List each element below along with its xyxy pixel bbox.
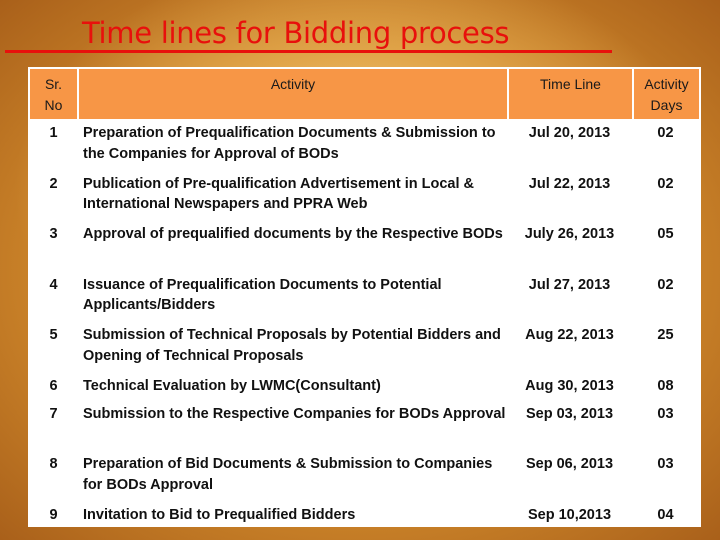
time-line-cell: July 26, 2013 (524, 226, 615, 242)
sr-no-cell: 5 (49, 327, 58, 343)
activity-days-cell: 02 (657, 276, 674, 293)
activity-cell: Publication of Pre-qualification Adverti… (83, 175, 475, 213)
activity-cell: Submission to the Respective Companies f… (83, 405, 506, 422)
sr-no-cell: 3 (49, 226, 58, 242)
activity-cell: Technical Evaluation by LWMC(Consultant) (83, 377, 381, 394)
activity-days-cell: 02 (657, 125, 674, 141)
title-area: Time lines for Bidding process (0, 12, 720, 57)
time-line-cell: Jul 22, 2013 (528, 175, 611, 192)
sr-no-cell: 8 (49, 456, 58, 472)
table-row: 8 Preparation of Bid Documents & Submiss… (30, 450, 699, 501)
time-line-cell: Sep 03, 2013 (525, 405, 614, 422)
activity-cell: Preparation of Bid Documents & Submissio… (83, 456, 493, 493)
page-title: Time lines for Bidding process (82, 16, 510, 50)
activity-days-cell: 08 (657, 377, 674, 394)
activity-days-cell: 05 (657, 226, 674, 242)
table-row: 2 Publication of Pre-qualification Adver… (30, 170, 699, 221)
activity-days-cell: 25 (657, 327, 674, 343)
time-line-cell: Jul 20, 2013 (528, 125, 611, 141)
table-row: 4 Issuance of Prequalification Documents… (30, 271, 699, 322)
activity-days-cell: 02 (657, 175, 674, 192)
time-line-cell: Aug 30, 2013 (525, 377, 614, 394)
header-time-line: Time Line (507, 69, 632, 119)
activity-cell: Approval of prequalified documents by th… (83, 226, 503, 242)
sr-no-cell: 4 (49, 276, 58, 293)
table-row: 9 Invitation to Bid to Prequalified Bidd… (30, 501, 699, 529)
sr-no-cell: 2 (49, 175, 58, 192)
table-header: Sr. No Activity Time Line Activity Days (30, 69, 699, 119)
activity-days-cell: 03 (657, 456, 674, 472)
activity-days-cell: 04 (657, 506, 674, 523)
sr-no-cell: 1 (49, 125, 58, 141)
time-line-cell: Jul 27, 2013 (528, 276, 611, 293)
header-activity-days: Activity Days (632, 69, 699, 119)
table-row: 6 Technical Evaluation by LWMC(Consultan… (30, 372, 699, 400)
activity-cell: Invitation to Bid to Prequalified Bidder… (83, 506, 356, 523)
time-line-cell: Sep 10,2013 (527, 506, 612, 523)
table-row: 7 Submission to the Respective Companies… (30, 400, 699, 451)
sr-no-cell: 9 (49, 506, 58, 523)
table-row: 5 Submission of Technical Proposals by P… (30, 321, 699, 372)
activity-days-cell: 03 (657, 405, 674, 422)
activity-cell: Submission of Technical Proposals by Pot… (83, 327, 501, 364)
activity-cell: Preparation of Prequalification Document… (83, 125, 496, 162)
header-activity: Activity (77, 69, 507, 119)
title-underline (5, 50, 612, 53)
time-line-cell: Sep 06, 2013 (525, 456, 614, 472)
table-body: 1 Preparation of Prequalification Docume… (30, 119, 699, 529)
time-line-cell: Aug 22, 2013 (525, 327, 614, 343)
timeline-table: Sr. No Activity Time Line Activity Days … (28, 67, 701, 527)
table-row: 1 Preparation of Prequalification Docume… (30, 119, 699, 170)
sr-no-cell: 7 (49, 405, 58, 422)
activity-cell: Issuance of Prequalification Documents t… (83, 276, 442, 314)
header-sr-no: Sr. No (44, 76, 63, 113)
sr-no-cell: 6 (49, 377, 58, 394)
table-row: 3 Approval of prequalified documents by … (30, 220, 699, 271)
